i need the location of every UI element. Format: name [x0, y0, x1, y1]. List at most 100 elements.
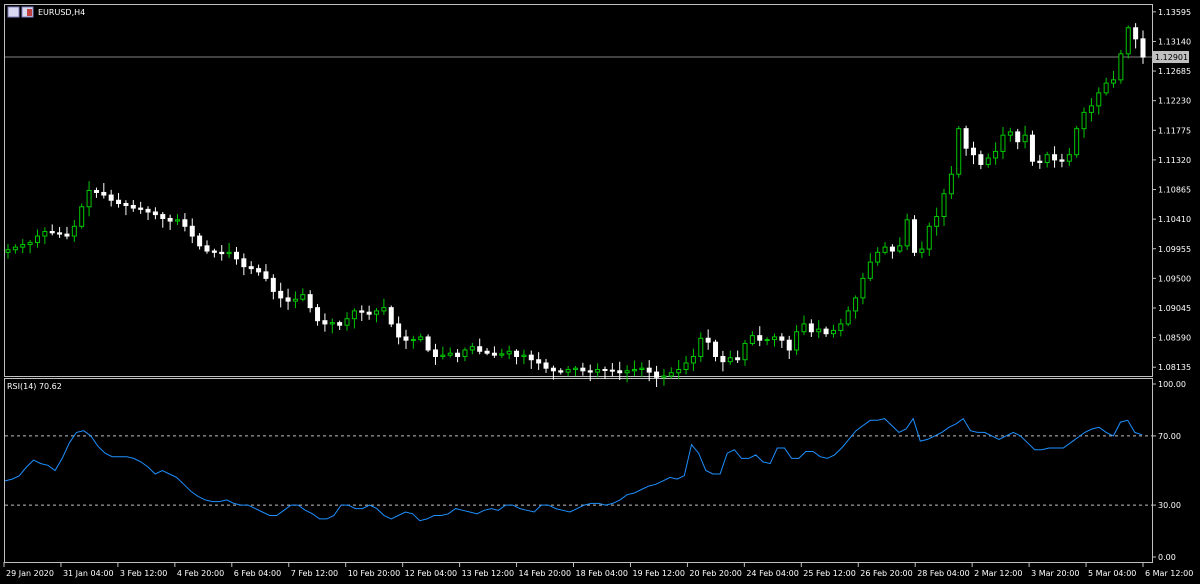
candle-body [786, 339, 792, 351]
candle-body [79, 206, 85, 227]
candle [1140, 30, 1146, 64]
time-tick-label: 24 Feb 04:00 [746, 569, 798, 578]
candle [661, 369, 667, 386]
candle-body [101, 191, 107, 196]
candle [145, 206, 151, 220]
candle [749, 331, 755, 346]
candle [550, 365, 556, 380]
candle-body [359, 310, 365, 313]
candle [359, 305, 365, 321]
price-panel-frame [4, 4, 1153, 377]
candle-body [226, 251, 232, 255]
candle-body [285, 297, 291, 302]
window-icon-1 [7, 6, 20, 18]
candle [64, 226, 70, 240]
candle-body [322, 320, 328, 325]
candle-body [204, 245, 210, 252]
candle-body [912, 219, 918, 253]
candle [639, 362, 645, 377]
chart-canvas[interactable]: EURUSD,H4 1.13595 1.13140 1.12685 1.12230 1.… [0, 0, 1200, 584]
candle [528, 350, 534, 369]
candle-body [646, 367, 652, 373]
candle-body [860, 277, 866, 299]
candle [27, 240, 33, 254]
candle-body [123, 203, 129, 206]
candle [329, 318, 335, 334]
candle [830, 324, 836, 338]
candle-body [816, 328, 822, 333]
candle [617, 361, 623, 380]
candle [698, 332, 704, 362]
rsi-tick-label: 100.00 [1158, 380, 1186, 389]
candle [853, 295, 859, 319]
candle-body [978, 154, 984, 165]
price-tick-label: 1.12685 [1158, 67, 1191, 76]
candle-body [462, 349, 468, 357]
candle [101, 183, 107, 199]
candle-body [742, 342, 748, 361]
candle [912, 215, 918, 257]
candle-body [366, 311, 372, 315]
candle [5, 243, 11, 259]
candle [211, 248, 217, 258]
candle [447, 347, 453, 358]
candle-body [292, 298, 298, 302]
candle [602, 366, 608, 380]
candle-body [595, 368, 601, 373]
time-tick-label: 19 Feb 12:00 [632, 569, 684, 578]
symbol-title: EURUSD,H4 [38, 8, 85, 17]
candle [366, 305, 372, 320]
time-tick-label: 7 Feb 12:00 [291, 569, 338, 578]
candle-body [34, 235, 40, 244]
candle [256, 264, 262, 276]
price-tick-label: 1.11320 [1158, 156, 1191, 165]
candle [285, 288, 291, 310]
candle [904, 213, 910, 250]
candle-body [963, 128, 969, 149]
candle-body [948, 173, 954, 195]
candle-body [749, 335, 755, 344]
candle-body [801, 323, 807, 333]
candle [897, 237, 903, 254]
candle-body [1015, 131, 1021, 143]
price-tick-label: 1.12230 [1158, 97, 1191, 106]
candle-body [270, 277, 276, 292]
time-tick-label: 3 Mar 20:00 [1031, 569, 1079, 578]
symbol-icons [7, 6, 34, 18]
candle-body [550, 367, 556, 372]
candle [514, 349, 520, 365]
candle-body [300, 294, 306, 300]
candle [631, 360, 637, 376]
candle [705, 329, 711, 350]
candle-body [12, 246, 18, 251]
candle [521, 349, 527, 365]
candle-body [138, 207, 144, 210]
candle-body [42, 231, 48, 237]
candle-body [565, 368, 571, 373]
time-tick-label: 6 Mar 12:00 [1145, 569, 1193, 578]
candle-body [396, 323, 402, 338]
candle [948, 166, 954, 199]
candle [469, 342, 475, 355]
candle-body [1103, 82, 1109, 94]
candle-body [263, 271, 269, 279]
candle-body [248, 266, 254, 270]
candle-body [189, 225, 195, 237]
candle-body [779, 336, 785, 341]
candle [315, 304, 321, 326]
rsi-tick-label: 70.00 [1158, 432, 1181, 441]
candle-body [617, 370, 623, 374]
time-tick-label: 18 Feb 04:00 [576, 569, 628, 578]
candle-body [631, 368, 637, 372]
candle-body [1052, 154, 1058, 161]
candle-body [455, 352, 461, 357]
candle [123, 200, 129, 216]
price-tick-label: 1.09045 [1158, 304, 1191, 313]
candle [34, 229, 40, 248]
candle-body [757, 335, 763, 341]
candle-body [197, 235, 203, 247]
candle [808, 319, 814, 337]
candle [771, 333, 777, 347]
candle [432, 343, 438, 365]
candle [838, 318, 844, 337]
